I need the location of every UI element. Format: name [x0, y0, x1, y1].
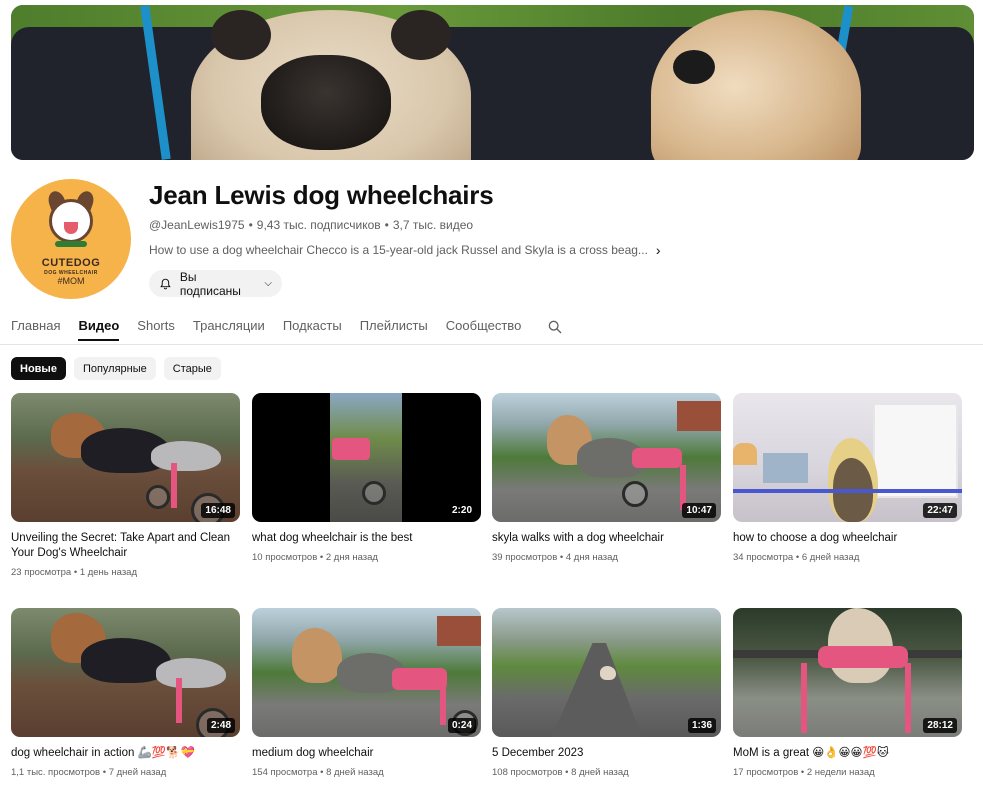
- tab-playlists[interactable]: Плейлисты: [360, 318, 428, 339]
- avatar-tag: #MOM: [57, 276, 85, 286]
- video-meta: 39 просмотров • 4 дня назад: [492, 552, 618, 563]
- video-duration: 22:47: [923, 503, 957, 518]
- video-card[interactable]: 1:36 5 December 2023 108 просмотров • 8 …: [492, 608, 721, 778]
- tabs-divider: [0, 344, 983, 345]
- video-title[interactable]: what dog wheelchair is the best: [252, 531, 481, 546]
- chip-newest[interactable]: Новые: [11, 357, 66, 380]
- video-card[interactable]: 22:47 how to choose a dog wheelchair 34 …: [733, 393, 962, 563]
- video-thumbnail[interactable]: 16:48: [11, 393, 240, 522]
- channel-handle: @JeanLewis1975: [149, 218, 245, 232]
- banner-pug-image: [191, 10, 471, 160]
- video-meta: 108 просмотров • 8 дней назад: [492, 767, 629, 778]
- video-title[interactable]: Unveiling the Secret: Take Apart and Cle…: [11, 531, 240, 561]
- chip-oldest[interactable]: Старые: [163, 357, 221, 380]
- video-card[interactable]: 2:20 what dog wheelchair is the best 10 …: [252, 393, 481, 563]
- video-duration: 16:48: [201, 503, 235, 518]
- video-card[interactable]: 10:47 skyla walks with a dog wheelchair …: [492, 393, 721, 563]
- video-thumbnail[interactable]: 2:20: [252, 393, 481, 522]
- video-duration: 2:20: [447, 503, 476, 518]
- video-duration: 28:12: [923, 718, 957, 733]
- video-thumbnail[interactable]: 1:36: [492, 608, 721, 737]
- video-title[interactable]: how to choose a dog wheelchair: [733, 531, 962, 546]
- channel-meta: @JeanLewis1975 • 9,43 тыс. подписчиков • 3,7…: [149, 218, 474, 232]
- channel-description[interactable]: How to use a dog wheelchair Checco is a …: [149, 242, 661, 258]
- chip-popular[interactable]: Популярные: [73, 357, 156, 380]
- video-meta: 1,1 тыс. просмотров • 7 дней назад: [11, 767, 167, 778]
- video-thumbnail[interactable]: 10:47: [492, 393, 721, 522]
- description-text: How to use a dog wheelchair Checco is a …: [149, 243, 648, 257]
- chevron-right-icon[interactable]: ›: [656, 242, 661, 258]
- video-meta: 34 просмотра • 6 дней назад: [733, 552, 860, 563]
- tab-community[interactable]: Сообщество: [446, 318, 522, 339]
- channel-banner: [11, 5, 974, 160]
- video-title[interactable]: MoM is a great 😀👌😀😀💯🐱: [733, 746, 962, 761]
- video-count: 3,7 тыс. видео: [392, 218, 474, 232]
- search-icon[interactable]: [547, 319, 563, 335]
- subscriber-count: 9,43 тыс. подписчиков: [256, 218, 381, 232]
- video-meta: 17 просмотров • 2 недели назад: [733, 767, 875, 778]
- channel-avatar[interactable]: CUTEDOG DOG WHEELCHAIR #MOM: [11, 179, 131, 299]
- video-title[interactable]: 5 December 2023: [492, 746, 721, 761]
- video-duration: 2:48: [206, 718, 235, 733]
- tab-videos[interactable]: Видео: [78, 318, 120, 341]
- video-card[interactable]: 16:48 Unveiling the Secret: Take Apart a…: [11, 393, 240, 578]
- video-duration: 10:47: [682, 503, 716, 518]
- video-thumbnail[interactable]: 2:48: [11, 608, 240, 737]
- tab-home[interactable]: Главная: [11, 318, 60, 339]
- video-meta: 10 просмотров • 2 дня назад: [252, 552, 378, 563]
- video-title[interactable]: medium dog wheelchair: [252, 746, 481, 761]
- video-card[interactable]: 2:48 dog wheelchair in action 🦾💯🐕💝 1,1 т…: [11, 608, 240, 778]
- subscribed-label: Вы подписаны: [179, 269, 241, 298]
- channel-tabs: Главная Видео Shorts Трансляции Подкасты…: [11, 318, 563, 344]
- chevron-down-icon: ⌵: [264, 278, 272, 289]
- tab-live[interactable]: Трансляции: [193, 318, 265, 339]
- avatar-brand: CUTEDOG: [41, 257, 101, 269]
- video-title[interactable]: skyla walks with a dog wheelchair: [492, 531, 721, 546]
- video-card[interactable]: 28:12 MoM is a great 😀👌😀😀💯🐱 17 просмотро…: [733, 608, 962, 778]
- channel-title: Jean Lewis dog wheelchairs: [149, 180, 494, 210]
- video-thumbnail[interactable]: 28:12: [733, 608, 962, 737]
- tab-shorts[interactable]: Shorts: [137, 318, 175, 339]
- video-duration: 1:36: [687, 718, 716, 733]
- video-thumbnail[interactable]: 22:47: [733, 393, 962, 522]
- video-duration: 0:24: [447, 718, 476, 733]
- subscribed-button[interactable]: Вы подписаны ⌵: [149, 269, 282, 298]
- video-title[interactable]: dog wheelchair in action 🦾💯🐕💝: [11, 746, 240, 761]
- video-meta: 154 просмотра • 8 дней назад: [252, 767, 384, 778]
- tab-podcasts[interactable]: Подкасты: [283, 318, 342, 339]
- video-meta: 23 просмотра • 1 день назад: [11, 567, 138, 578]
- video-card[interactable]: 0:24 medium dog wheelchair 154 просмотра…: [252, 608, 481, 778]
- video-thumbnail[interactable]: 0:24: [252, 608, 481, 737]
- bell-icon: [160, 278, 171, 289]
- sort-chips: Новые Популярные Старые: [11, 357, 229, 380]
